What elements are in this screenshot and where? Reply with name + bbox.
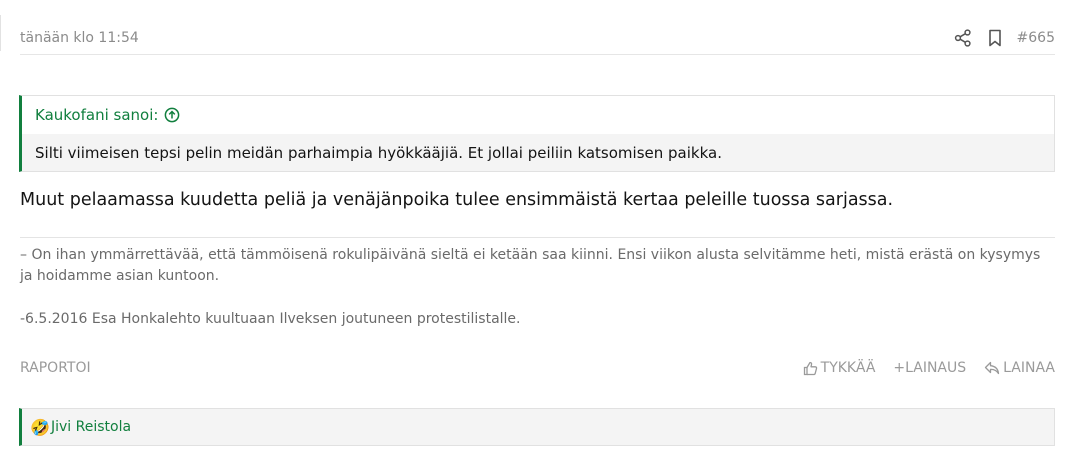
quote-author-link[interactable]: Kaukofani sanoi:	[35, 106, 158, 124]
like-label: TYKKÄÄ	[820, 360, 876, 376]
header-actions: #665	[953, 26, 1055, 50]
signature-line: – On ihan ymmärrettävää, että tämmöisenä…	[20, 247, 1041, 284]
post-number-link[interactable]: #665	[1017, 30, 1055, 46]
quote-block: Kaukofani sanoi: Silti viimeisen tepsi p…	[19, 95, 1055, 172]
multiquote-button[interactable]: +LAINAUS	[893, 360, 966, 376]
post-footer: RAPORTOI TYKKÄÄ +LAINAUS LAINAA	[20, 358, 1055, 378]
reply-label: LAINAA	[1003, 360, 1055, 376]
reaction-user-link[interactable]: Jivi Reistola	[51, 419, 131, 435]
footer-actions: TYKKÄÄ +LAINAUS LAINAA	[803, 360, 1055, 376]
report-button[interactable]: RAPORTOI	[20, 360, 91, 376]
left-divider	[0, 15, 1, 51]
post-message: Muut pelaamassa kuudetta peliä ja venäjä…	[20, 190, 894, 210]
signature-line: -6.5.2016 Esa Honkalehto kuultuaan Ilvek…	[20, 311, 521, 327]
thumbs-up-icon	[803, 361, 818, 376]
multiquote-label: +LAINAUS	[893, 360, 967, 376]
rolling-laugh-emoji-icon: 🤣	[30, 417, 50, 437]
bookmark-icon[interactable]	[985, 28, 1005, 48]
share-icon[interactable]	[953, 28, 973, 48]
reactions-bar: 🤣 Jivi Reistola	[19, 408, 1055, 446]
reply-button[interactable]: LAINAA	[984, 360, 1055, 376]
forum-post: tänään klo 11:54 #665 Kaukofani sanoi: S…	[0, 0, 1073, 470]
post-timestamp[interactable]: tänään klo 11:54	[20, 30, 139, 46]
user-signature: – On ihan ymmärrettävää, että tämmöisenä…	[20, 237, 1055, 330]
arrow-up-circle-icon[interactable]	[164, 107, 180, 123]
reply-icon	[984, 361, 1000, 375]
quote-header: Kaukofani sanoi:	[22, 96, 1054, 134]
post-header: tänään klo 11:54 #665	[20, 20, 1055, 55]
like-button[interactable]: TYKKÄÄ	[803, 360, 876, 376]
quote-text: Silti viimeisen tepsi pelin meidän parha…	[35, 144, 722, 162]
